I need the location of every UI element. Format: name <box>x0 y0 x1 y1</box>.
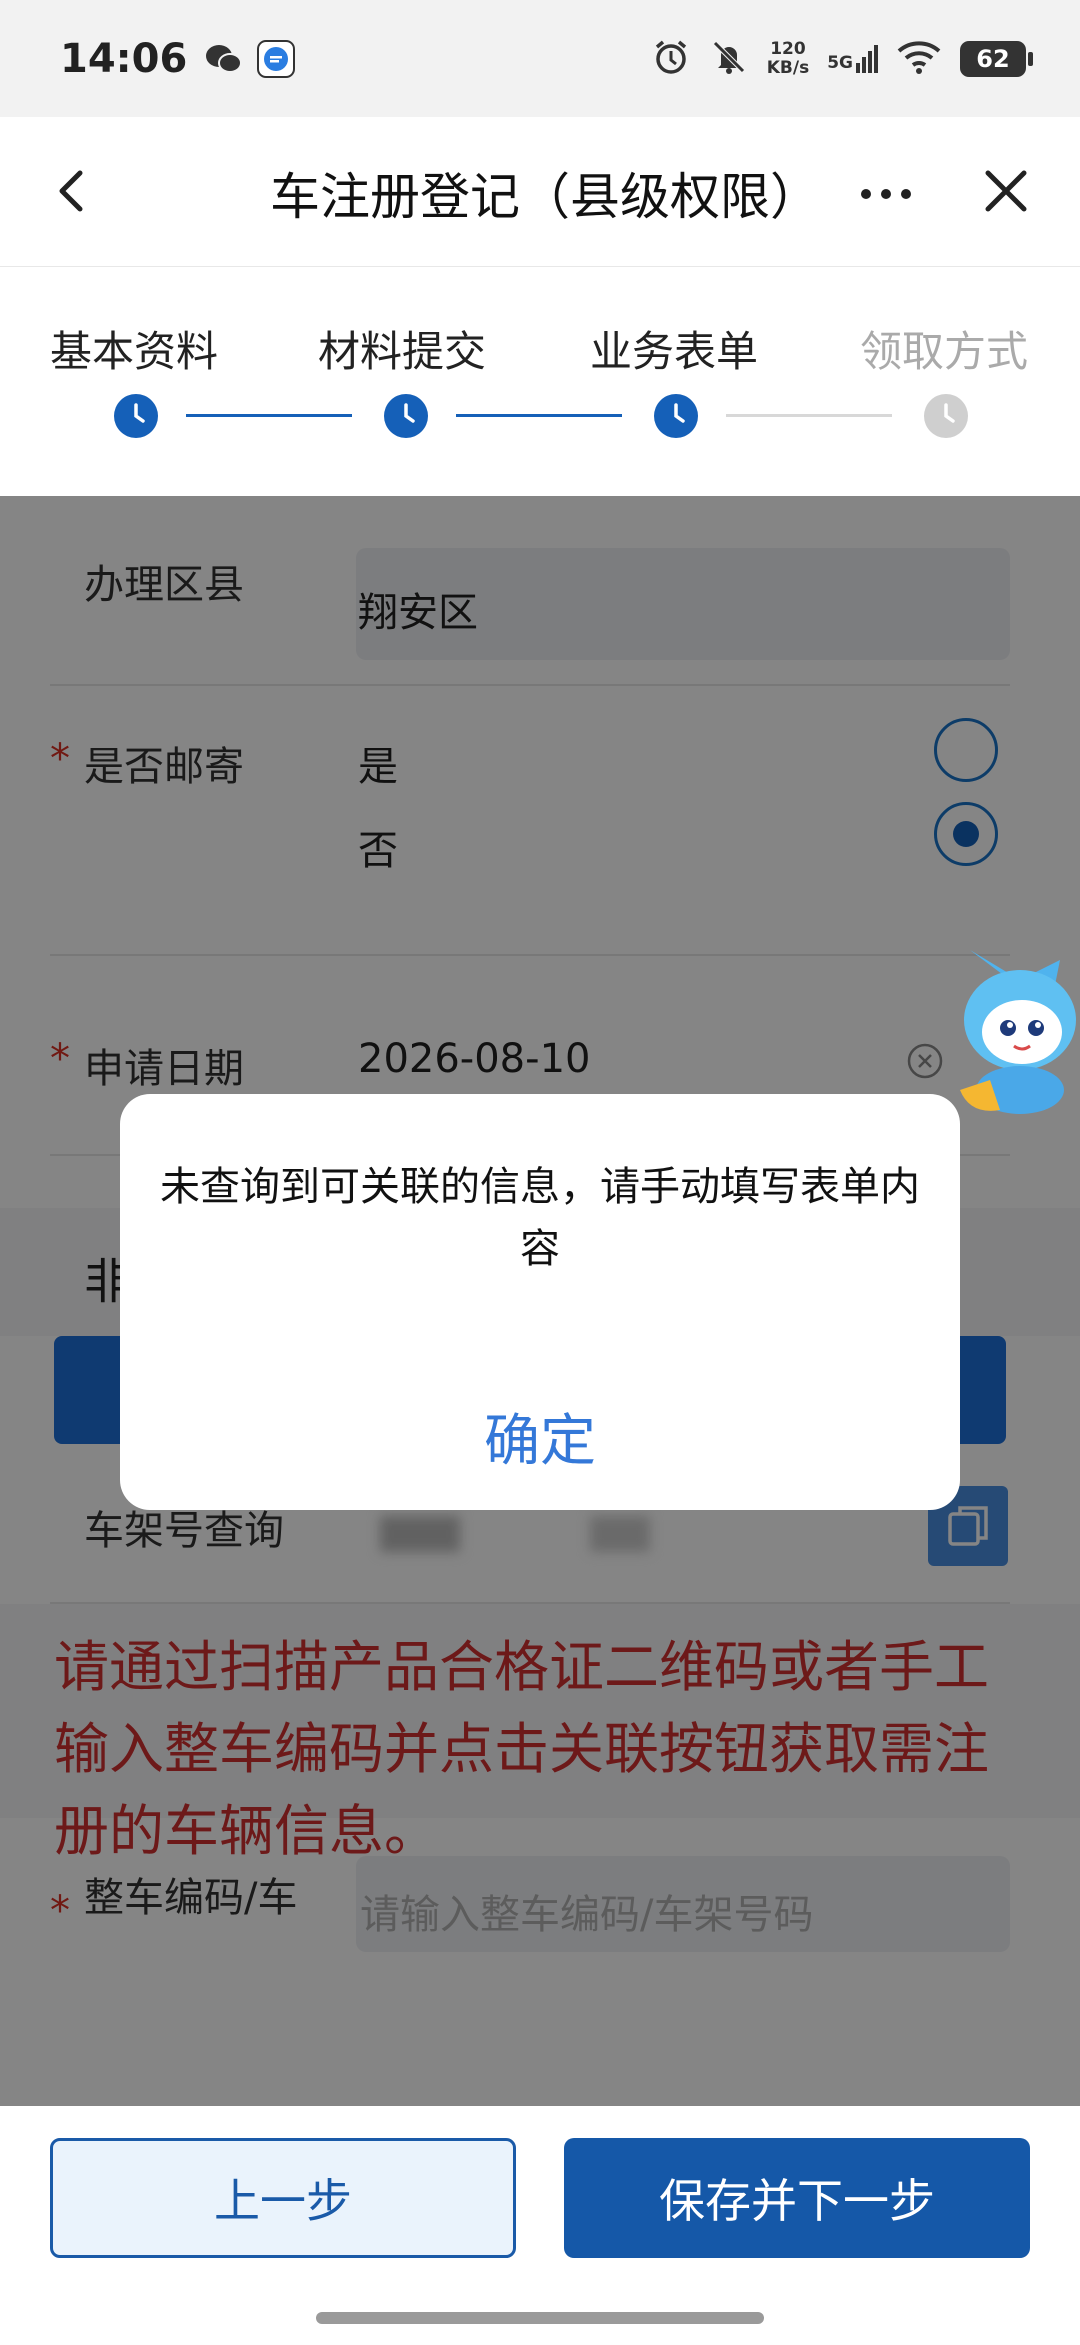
nav-bar: 车注册登记（县级权限） <box>0 117 1080 267</box>
close-icon[interactable] <box>978 163 1034 219</box>
step-clock-icon-2 <box>384 394 428 438</box>
more-icon[interactable] <box>856 169 916 219</box>
confirm-button[interactable]: 确定 <box>120 1362 960 1510</box>
alert-dialog: 未查询到可关联的信息，请手动填写表单内容 确定 <box>120 1094 960 1510</box>
signal-icon: 5G <box>827 44 878 73</box>
dialog-message: 未查询到可关联的信息，请手动填写表单内容 <box>160 1164 920 1272</box>
alarm-icon <box>651 37 691 81</box>
step-connector-2 <box>456 414 622 417</box>
save-and-next-button[interactable]: 保存并下一步 <box>564 2138 1030 2258</box>
step-connector-3 <box>726 414 892 417</box>
step-connector-1 <box>186 414 352 417</box>
bottom-bar: 上一步 保存并下一步 <box>0 2106 1080 2345</box>
back-icon[interactable] <box>44 163 100 219</box>
mute-icon <box>709 37 749 81</box>
previous-step-button[interactable]: 上一步 <box>50 2138 516 2258</box>
battery-icon: 62 <box>960 40 1033 77</box>
mascot-assistant-icon[interactable] <box>950 940 1080 1120</box>
step-label-4: 领取方式 <box>860 327 1029 376</box>
wechat-icon <box>205 40 243 78</box>
step-label-3: 业务表单 <box>590 327 759 376</box>
wifi-icon <box>896 39 942 79</box>
stepper: 基本资料 材料提交 业务表单 领取方式 <box>0 268 1080 496</box>
page-title: 车注册登记（县级权限） <box>270 168 820 226</box>
step-clock-icon-4 <box>924 394 968 438</box>
net-speed: 120 KB/s <box>766 38 810 78</box>
step-label-2: 材料提交 <box>318 327 487 376</box>
step-label-1: 基本资料 <box>50 327 219 376</box>
status-bar: 14:06 120 KB/s 5G 62 <box>0 0 1080 117</box>
step-clock-icon-1 <box>114 394 158 438</box>
home-indicator[interactable] <box>316 2312 764 2324</box>
message-app-icon <box>257 39 296 78</box>
status-time: 14:06 <box>60 35 188 82</box>
step-clock-icon-3 <box>654 394 698 438</box>
